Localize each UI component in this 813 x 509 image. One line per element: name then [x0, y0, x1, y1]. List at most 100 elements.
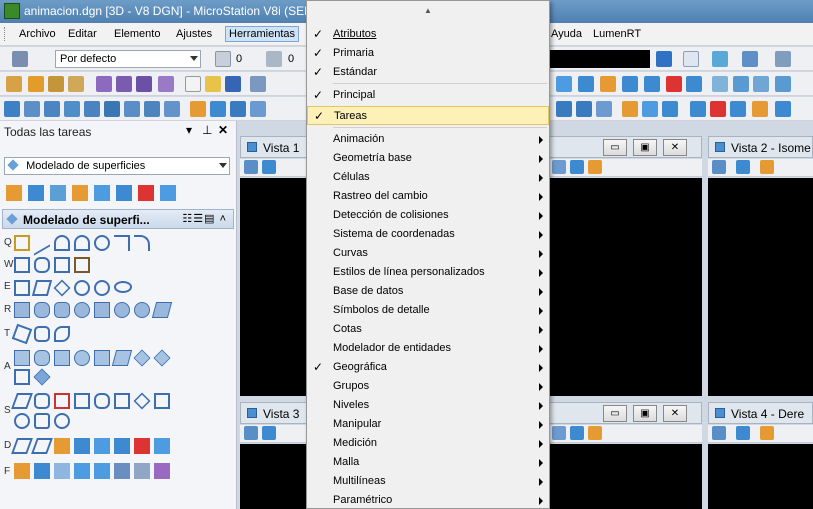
extract-tool-icon[interactable] — [31, 438, 53, 454]
point-tool-icon[interactable] — [14, 235, 30, 251]
rectangle-tool-icon[interactable] — [14, 280, 30, 296]
menu-item-primaria[interactable]: ✓ Primaria — [307, 44, 549, 63]
pin-button[interactable]: ⊥ — [202, 123, 212, 137]
wedge-tool-icon[interactable] — [114, 302, 130, 318]
menu-item-geografica[interactable]: ✓ Geográfica — [307, 358, 549, 377]
pole-tool-icon[interactable] — [34, 413, 50, 429]
walk-icon[interactable] — [570, 426, 584, 440]
view3-minimize-button[interactable]: ▭ — [603, 405, 627, 422]
menu-item-simbolos-de-detalle[interactable]: Símbolos de detalle — [307, 301, 549, 320]
light-tool-icon[interactable] — [74, 463, 90, 479]
menu-item-estilos-de-linea[interactable]: Estilos de línea personalizados — [307, 263, 549, 282]
offset-tool-icon[interactable] — [111, 350, 133, 366]
arc-tool-icon[interactable] — [54, 235, 70, 251]
align-tool-icon[interactable] — [114, 393, 130, 409]
tools-icon[interactable] — [596, 101, 612, 117]
task-group-view-controls[interactable]: ☷☰▤ ˄ — [182, 212, 227, 225]
menu-item-medicion[interactable]: Medición — [307, 434, 549, 453]
panel-close-button[interactable]: ✕ — [218, 123, 228, 137]
snap-icon[interactable] — [712, 76, 728, 92]
extend-surface-icon[interactable] — [154, 438, 170, 454]
settings-icon[interactable] — [775, 51, 791, 67]
view-attributes-icon[interactable] — [712, 160, 726, 174]
line-tool-icon[interactable] — [34, 230, 50, 256]
camera-view-icon[interactable] — [588, 160, 602, 174]
open-folder-icon[interactable] — [205, 76, 221, 92]
material-tool-icon[interactable] — [54, 463, 70, 479]
circle-shape-2-icon[interactable] — [94, 280, 110, 296]
text-icon[interactable] — [104, 101, 120, 117]
level-combo[interactable]: Por defecto — [55, 50, 201, 68]
polyline-tool-icon[interactable] — [14, 257, 30, 273]
menu-item-grupos[interactable]: Grupos — [307, 377, 549, 396]
fence-icon[interactable] — [24, 101, 40, 117]
menu-scroll-up-arrow[interactable]: ▲ — [307, 1, 549, 21]
rotate-icon[interactable] — [552, 426, 566, 440]
page-icon[interactable] — [683, 51, 699, 67]
grid-icon[interactable] — [578, 76, 594, 92]
panel-menu-button[interactable]: ▾ — [186, 123, 192, 137]
surfaces-tool-icon[interactable] — [28, 185, 44, 201]
menu-herramientas[interactable]: Herramientas — [225, 26, 300, 42]
menu-archivo[interactable]: Archivo — [19, 28, 56, 40]
curve-tool-icon[interactable] — [134, 235, 150, 251]
copy-icon[interactable] — [644, 76, 660, 92]
group-icon[interactable] — [730, 101, 746, 117]
menu-item-geometria-base[interactable]: Geometría base — [307, 149, 549, 168]
view4-canvas[interactable] — [708, 444, 813, 509]
section-tool-icon[interactable] — [11, 438, 33, 454]
display-tool-icon[interactable] — [14, 463, 30, 479]
zoom-in-icon[interactable] — [736, 160, 750, 174]
parallelogram-tool-icon[interactable] — [31, 280, 53, 296]
cut-tool-icon[interactable] — [54, 393, 70, 409]
bspline-tool-icon[interactable] — [34, 257, 50, 273]
array-surface-icon[interactable] — [114, 438, 130, 454]
menu-item-atributos[interactable]: ✓ Atributos — [307, 25, 549, 44]
menu-item-modelador-de-entidades[interactable]: Modelador de entidades — [307, 339, 549, 358]
thicken-tool-icon[interactable] — [153, 349, 171, 367]
cylinder-tool-icon[interactable] — [54, 302, 70, 318]
fillet-tool-icon[interactable] — [94, 350, 110, 366]
mesh-icon[interactable] — [84, 101, 100, 117]
delete-tool-icon[interactable] — [138, 185, 154, 201]
menu-ayuda[interactable]: Ayuda — [551, 28, 582, 40]
menu-item-tareas[interactable]: ✓ Tareas — [307, 106, 549, 125]
zoom-in-icon[interactable] — [262, 160, 276, 174]
view1-close-button[interactable]: ✕ — [663, 139, 687, 156]
menu-ajustes[interactable]: Ajustes — [176, 28, 212, 40]
menu-item-animacion[interactable]: Animación — [307, 130, 549, 149]
zoom-in-icon[interactable] — [736, 426, 750, 440]
view2-canvas[interactable] — [708, 178, 813, 396]
accudraw-icon[interactable] — [733, 76, 749, 92]
menu-item-multilineas[interactable]: Multilíneas — [307, 472, 549, 491]
array-icon[interactable] — [622, 76, 638, 92]
menu-lumenrt[interactable]: LumenRT — [593, 28, 641, 40]
table-icon[interactable] — [556, 76, 572, 92]
circle-shape-icon[interactable] — [74, 280, 90, 296]
menu-item-deteccion-de-colisiones[interactable]: Detección de colisiones — [307, 206, 549, 225]
surfaces-icon[interactable] — [44, 101, 60, 117]
walk-icon[interactable] — [570, 160, 584, 174]
level-manager-icon[interactable] — [12, 51, 28, 67]
render-tool-icon[interactable] — [34, 463, 50, 479]
gem-tool-icon[interactable] — [33, 368, 51, 386]
link-icon[interactable] — [752, 101, 768, 117]
locks-icon[interactable] — [753, 76, 769, 92]
camera-view-icon[interactable] — [588, 426, 602, 440]
cone-tool-icon[interactable] — [94, 302, 110, 318]
knot-tool-icon[interactable] — [14, 413, 30, 429]
lights-icon[interactable] — [760, 160, 774, 174]
delete-icon[interactable] — [136, 76, 152, 92]
circle-tool-icon[interactable] — [94, 235, 110, 251]
dimension-icon[interactable] — [68, 76, 84, 92]
measure-distance-icon[interactable] — [622, 101, 638, 117]
split-tool-icon[interactable] — [34, 393, 50, 409]
menu-item-parametrico[interactable]: Paramétrico — [307, 491, 549, 509]
change-tool-icon[interactable] — [54, 413, 70, 429]
shadow-tool-icon[interactable] — [94, 463, 110, 479]
trim-tool-icon[interactable] — [11, 393, 33, 409]
menu-item-sistema-de-coordenadas[interactable]: Sistema de coordenadas — [307, 225, 549, 244]
blend-tool-icon[interactable] — [74, 350, 90, 366]
menu-elemento[interactable]: Elemento — [114, 28, 160, 40]
grid-surface-icon[interactable] — [94, 438, 110, 454]
